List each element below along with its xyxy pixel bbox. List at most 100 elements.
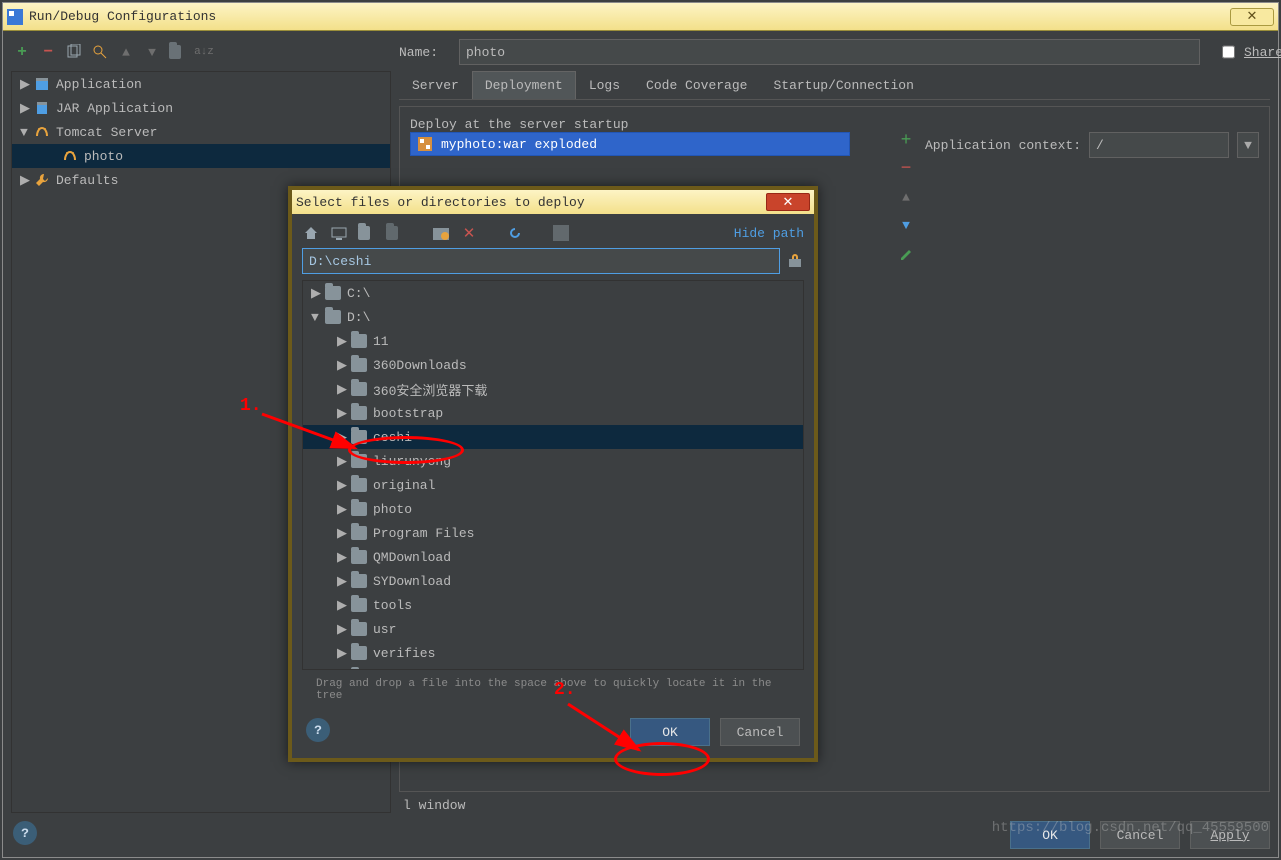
share-checkbox[interactable]: Share [1218, 42, 1270, 62]
file-node-label: C:\ [347, 286, 370, 301]
folder-icon [351, 430, 367, 444]
history-icon[interactable] [786, 252, 804, 270]
file-tree-item[interactable]: ▼D:\ [303, 305, 803, 329]
dialog-ok-button[interactable]: OK [630, 718, 710, 746]
add-config-icon[interactable]: + [13, 43, 31, 61]
file-node-label: original [373, 478, 435, 493]
delete-icon[interactable]: ✕ [460, 224, 478, 242]
tab-code-coverage[interactable]: Code Coverage [633, 71, 760, 99]
copy-config-icon[interactable] [65, 43, 83, 61]
expand-icon[interactable]: ▶ [337, 382, 347, 397]
config-tree-item[interactable]: ▼Tomcat Server [12, 120, 390, 144]
chevron-down-icon: ▼ [1244, 138, 1252, 153]
file-tree-item[interactable]: ▶11 [303, 329, 803, 353]
window-close-button[interactable]: ✕ [1230, 8, 1274, 26]
file-tree-item[interactable]: ▶liurunyong [303, 449, 803, 473]
deploy-remove-icon[interactable]: − [897, 160, 915, 178]
expand-icon[interactable]: ▶ [337, 406, 347, 421]
deploy-add-icon[interactable]: + [897, 132, 915, 150]
expand-icon[interactable]: ▶ [337, 646, 347, 661]
file-tree-item[interactable]: ▶workspace [303, 665, 803, 670]
deploy-edit-icon[interactable] [897, 244, 915, 262]
expand-icon[interactable]: ▶ [20, 77, 30, 92]
app-context-dropdown[interactable]: ▼ [1237, 132, 1259, 158]
file-tree-item[interactable]: ▶bootstrap [303, 401, 803, 425]
tab-logs[interactable]: Logs [576, 71, 633, 99]
dialog-cancel-button[interactable]: Cancel [720, 718, 800, 746]
file-tree-item[interactable]: ▶photo [303, 497, 803, 521]
expand-icon[interactable]: ▶ [337, 598, 347, 613]
expand-icon[interactable]: ▶ [311, 286, 321, 301]
file-tree[interactable]: ▶ C:\ ▼D:\▶11▶360Downloads▶360安全浏览器下载▶boot… [302, 280, 804, 670]
dialog-close-button[interactable]: ✕ [766, 193, 810, 211]
expand-icon[interactable]: ▶ [337, 430, 347, 445]
new-folder-icon[interactable] [432, 224, 450, 242]
expand-icon[interactable]: ▶ [337, 358, 347, 373]
deploy-up-icon[interactable]: ▲ [897, 188, 915, 206]
file-tree-item[interactable]: ▶360Downloads [303, 353, 803, 377]
share-checkbox-input[interactable] [1222, 45, 1235, 59]
node-icon [34, 124, 50, 140]
file-tree-item[interactable]: ▶ Program Files [303, 521, 803, 545]
expand-icon[interactable]: ▶ [20, 101, 30, 116]
help-button[interactable]: ? [13, 821, 37, 845]
path-input[interactable] [302, 248, 780, 274]
folder-icon [351, 550, 367, 564]
module-icon[interactable] [386, 224, 404, 242]
file-node-label: verifies [373, 646, 435, 661]
folder-icon[interactable] [169, 43, 187, 61]
config-tree-item[interactable]: ▶ JAR Application [12, 96, 390, 120]
file-tree-item[interactable]: ▶ usr [303, 617, 803, 641]
expand-icon[interactable]: ▶ [20, 173, 30, 188]
file-tree-item[interactable]: ▶ verifies [303, 641, 803, 665]
deploy-item-label: myphoto:war exploded [441, 137, 597, 152]
expand-icon[interactable]: ▶ [337, 622, 347, 637]
project-icon[interactable] [358, 224, 376, 242]
sort-icon[interactable]: a↓z [195, 43, 213, 61]
tab-deployment[interactable]: Deployment [472, 71, 576, 99]
expand-icon[interactable]: ▼ [311, 310, 321, 325]
expand-icon[interactable]: ▶ [337, 454, 347, 469]
app-context-input[interactable] [1089, 132, 1229, 158]
deploy-down-icon[interactable]: ▼ [897, 216, 915, 234]
deploy-list[interactable]: myphoto:war exploded [410, 132, 887, 156]
app-context: Application context: ▼ [925, 132, 1259, 158]
tab-startup-connection[interactable]: Startup/Connection [760, 71, 926, 99]
file-tree-item[interactable]: ▶tools [303, 593, 803, 617]
config-tree-item[interactable]: photo [12, 144, 390, 168]
file-tree-item[interactable]: ▶QMDownload [303, 545, 803, 569]
name-input[interactable] [459, 39, 1200, 65]
expand-icon[interactable]: ▼ [20, 125, 30, 140]
show-hidden-icon[interactable] [552, 224, 570, 242]
expand-icon[interactable]: ▶ [337, 334, 347, 349]
file-tree-item[interactable]: ▶360安全浏览器下载 [303, 377, 803, 401]
file-tree-item[interactable]: ▶ceshi [303, 425, 803, 449]
home-icon[interactable] [302, 224, 320, 242]
node-label: JAR Application [56, 101, 173, 116]
expand-icon[interactable]: ▶ [337, 670, 347, 671]
tab-server[interactable]: Server [399, 71, 472, 99]
expand-icon[interactable]: ▶ [337, 502, 347, 517]
folder-icon [351, 358, 367, 372]
deploy-list-item[interactable]: myphoto:war exploded [410, 132, 850, 156]
file-tree-item[interactable]: ▶ C:\ [303, 281, 803, 305]
config-tree-item[interactable]: ▶Application [12, 72, 390, 96]
move-down-icon[interactable]: ▼ [143, 43, 161, 61]
hide-path-link[interactable]: Hide path [734, 226, 804, 241]
file-node-label: usr [373, 622, 396, 637]
config-toolbar: + − ▲ ▼ a↓z [11, 39, 391, 71]
refresh-icon[interactable] [506, 224, 524, 242]
desktop-icon[interactable] [330, 224, 348, 242]
node-icon [34, 172, 50, 188]
file-tree-item[interactable]: ▶SYDownload [303, 569, 803, 593]
expand-icon[interactable]: ▶ [337, 550, 347, 565]
expand-icon[interactable]: ▶ [337, 574, 347, 589]
save-template-icon[interactable] [91, 43, 109, 61]
move-up-icon[interactable]: ▲ [117, 43, 135, 61]
remove-config-icon[interactable]: − [39, 43, 57, 61]
expand-icon[interactable]: ▶ [337, 478, 347, 493]
file-node-label: Program Files [373, 526, 474, 541]
file-tree-item[interactable]: ▶ original [303, 473, 803, 497]
expand-icon[interactable]: ▶ [337, 526, 347, 541]
dialog-help-button[interactable]: ? [306, 718, 330, 742]
